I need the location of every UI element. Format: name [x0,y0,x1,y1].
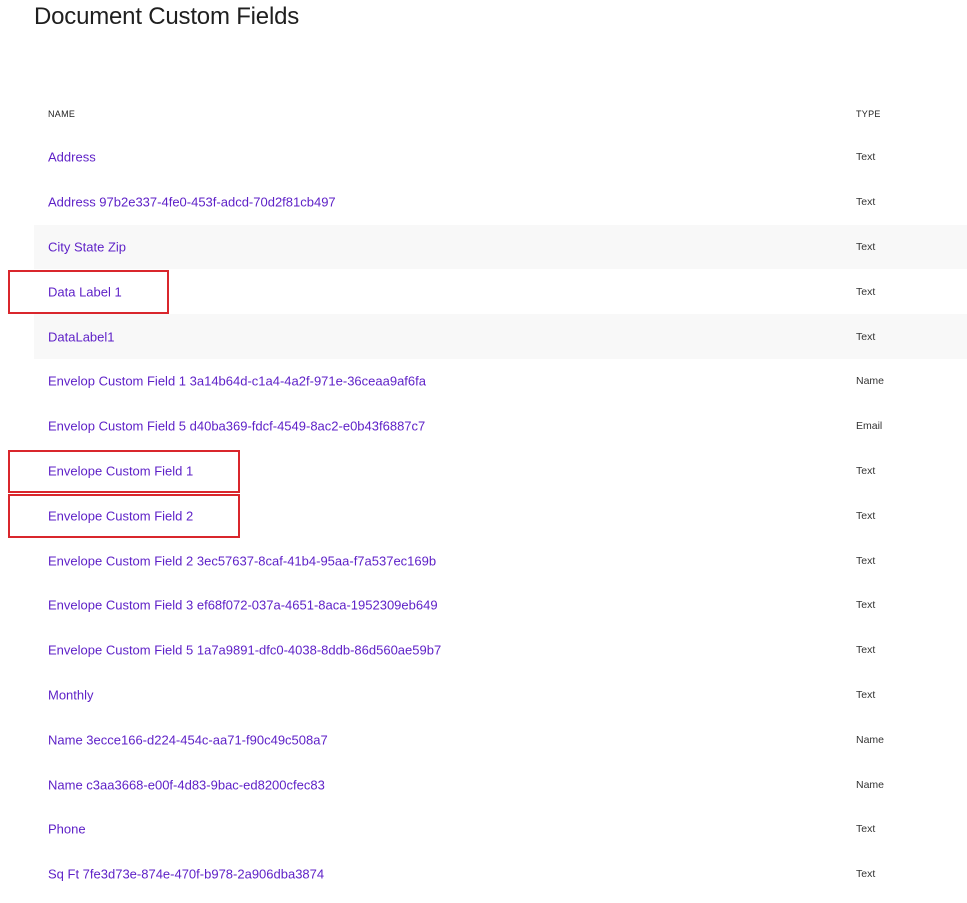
table-row[interactable]: Address 97b2e337-4fe0-453f-adcd-70d2f81c… [34,180,967,225]
field-name-link[interactable]: DataLabel1 [48,329,115,344]
field-type: Name [856,778,885,791]
field-name-link[interactable]: Envelope Custom Field 5 1a7a9891-dfc0-40… [48,643,441,658]
field-name-link[interactable]: Envelop Custom Field 1 3a14b64d-c1a4-4a2… [48,374,426,389]
field-type: Text [856,509,876,522]
field-name-link[interactable]: Monthly [48,687,94,702]
table-row[interactable]: Sq Ft 7fe3d73e-874e-470f-b978-2a906dba38… [34,852,967,897]
table-row[interactable]: Envelop Custom Field 5 d40ba369-fdcf-454… [34,404,967,449]
custom-fields-table: NAME TYPE Address Text Address 97b2e337-4f… [34,92,967,897]
field-name-link[interactable]: Name c3aa3668-e00f-4d83-9bac-ed8200cfec8… [48,777,325,792]
table-row[interactable]: Envelope Custom Field 3 ef68f072-037a-46… [34,583,967,628]
field-type: Text [856,330,876,343]
field-name-link[interactable]: Envelope Custom Field 2 3ec57637-8caf-41… [48,553,436,568]
table-row[interactable]: Phone Text [34,807,967,852]
field-type: Text [856,196,876,209]
page-title: Document Custom Fields [34,3,300,30]
field-name-link[interactable]: Data Label 1 [48,284,122,299]
table-row[interactable]: Monthly Text [34,673,967,718]
field-type: Text [856,823,876,836]
field-name-link[interactable]: Envelope Custom Field 1 [48,463,193,478]
field-name-link[interactable]: Address 97b2e337-4fe0-453f-adcd-70d2f81c… [48,195,336,210]
table-row[interactable]: Address Text [34,135,967,180]
table-row[interactable]: City State Zip Text [34,224,967,270]
table-row[interactable]: Name c3aa3668-e00f-4d83-9bac-ed8200cfec8… [34,762,967,807]
table-row[interactable]: Envelope Custom Field 2 3ec57637-8caf-41… [34,538,967,583]
field-name-link[interactable]: Address [48,150,96,165]
column-header-name[interactable]: NAME [48,109,75,119]
field-type: Text [856,688,876,701]
field-name-link[interactable]: City State Zip [48,239,126,254]
field-type: Name [856,375,885,388]
field-name-link[interactable]: Envelope Custom Field 2 [48,508,193,523]
field-name-link[interactable]: Phone [48,822,86,837]
field-name-link[interactable]: Sq Ft 7fe3d73e-874e-470f-b978-2a906dba38… [48,867,324,882]
field-type: Text [856,868,876,881]
field-type: Text [856,599,876,612]
table-row[interactable]: Envelope Custom Field 2 Text [34,493,967,538]
table-body: Address Text Address 97b2e337-4fe0-453f-ad… [34,135,967,897]
field-type: Name [856,733,885,746]
table-row[interactable]: Envelope Custom Field 5 1a7a9891-dfc0-40… [34,628,967,673]
field-type: Text [856,240,876,253]
field-name-link[interactable]: Name 3ecce166-d224-454c-aa71-f90c49c508a… [48,732,328,747]
field-type: Email [856,420,883,433]
field-type: Text [856,644,876,657]
table-header: NAME TYPE [34,92,967,135]
table-row[interactable]: DataLabel1 Text [34,314,967,359]
field-name-link[interactable]: Envelope Custom Field 3 ef68f072-037a-46… [48,598,438,613]
table-row[interactable]: Data Label 1 Text [34,269,967,314]
table-row[interactable]: Envelop Custom Field 1 3a14b64d-c1a4-4a2… [34,359,967,404]
table-row[interactable]: Name 3ecce166-d224-454c-aa71-f90c49c508a… [34,717,967,762]
field-type: Text [856,285,876,298]
table-row[interactable]: Envelope Custom Field 1 Text [34,449,967,494]
field-name-link[interactable]: Envelop Custom Field 5 d40ba369-fdcf-454… [48,419,425,434]
page: Document Custom Fields NAME TYPE Address… [0,0,967,903]
column-header-type[interactable]: TYPE [856,109,881,119]
field-type: Text [856,554,876,567]
field-type: Text [856,464,876,477]
field-type: Text [856,151,876,164]
